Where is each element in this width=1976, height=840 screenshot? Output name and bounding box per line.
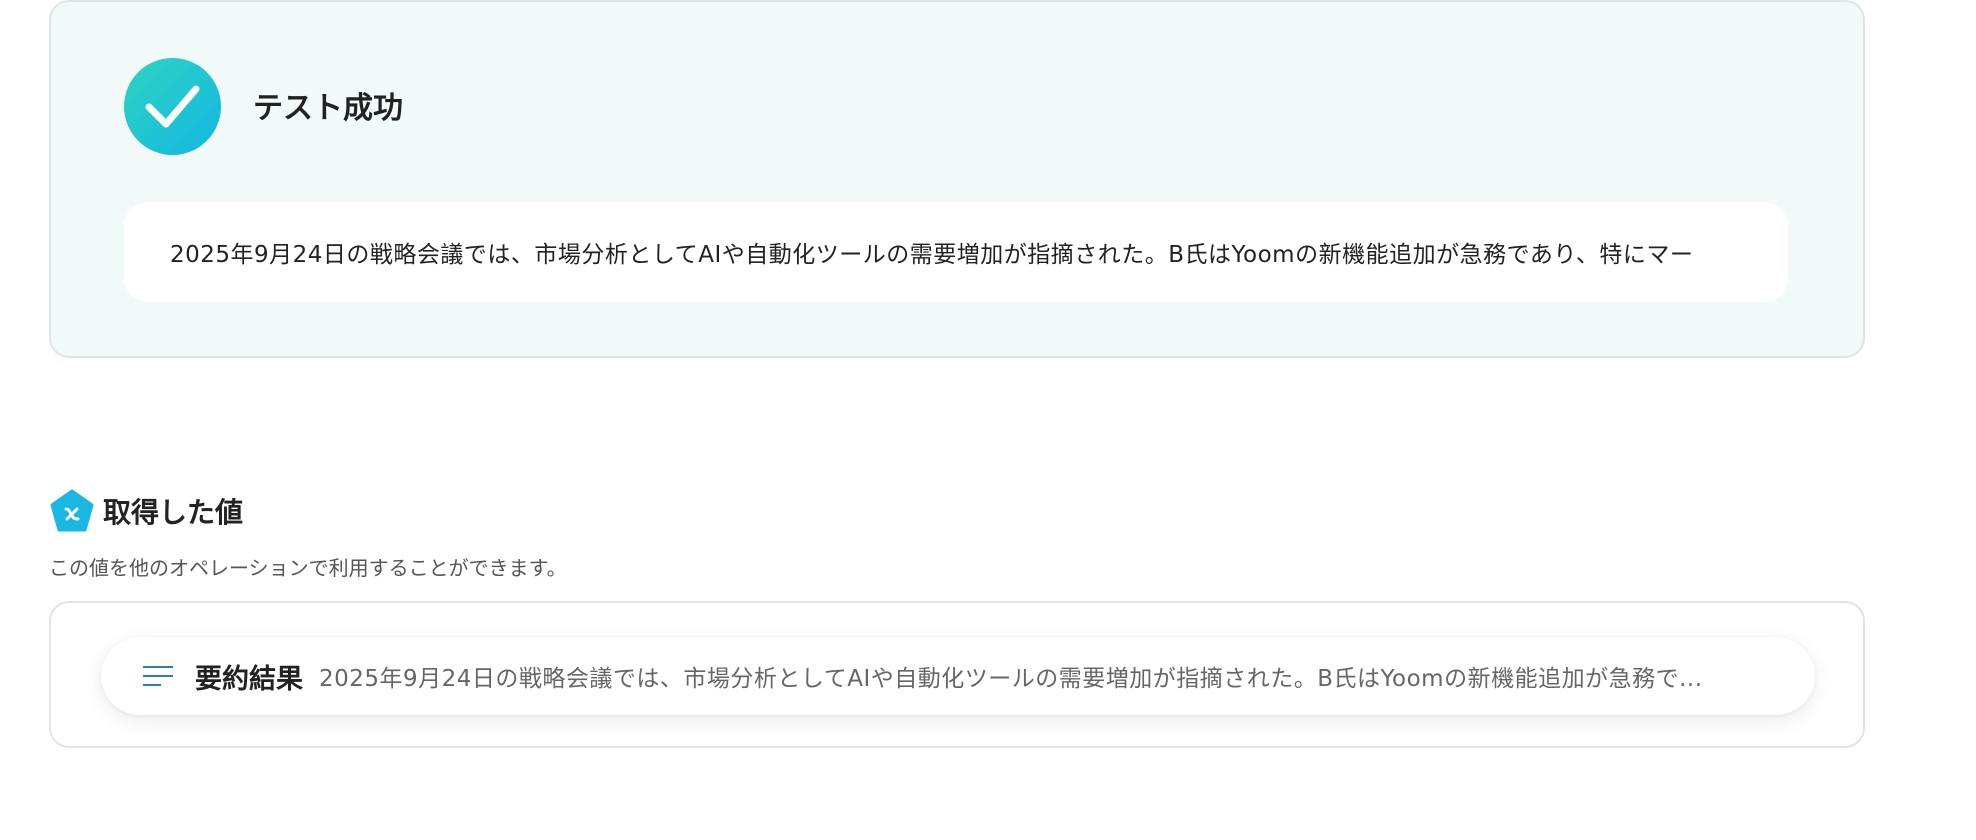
variable-pentagon-icon xyxy=(50,489,94,532)
value-item-text: 2025年9月24日の戦略会議では、市場分析としてAIや自動化ツールの需要増加が… xyxy=(319,666,1703,692)
obtained-values-title: 取得した値 xyxy=(103,496,244,529)
obtained-values-panel: 要約結果 2025年9月24日の戦略会議では、市場分析としてAIや自動化ツールの… xyxy=(49,601,1865,748)
value-item-summary[interactable]: 要約結果 2025年9月24日の戦略会議では、市場分析としてAIや自動化ツールの… xyxy=(101,637,1815,715)
text-lines-icon xyxy=(143,666,173,686)
obtained-values-header: 取得した値 xyxy=(49,488,243,534)
test-output-text: 2025年9月24日の戦略会議では、市場分析としてAIや自動化ツールの需要増加が… xyxy=(170,242,1694,268)
test-result-panel: テスト成功 2025年9月24日の戦略会議では、市場分析としてAIや自動化ツール… xyxy=(49,0,1865,358)
test-output-box: 2025年9月24日の戦略会議では、市場分析としてAIや自動化ツールの需要増加が… xyxy=(124,202,1788,302)
obtained-values-description: この値を他のオペレーションで利用することができます。 xyxy=(49,556,567,580)
test-result-title: テスト成功 xyxy=(253,91,403,126)
value-item-label: 要約結果 xyxy=(195,663,303,695)
check-icon xyxy=(124,58,221,155)
